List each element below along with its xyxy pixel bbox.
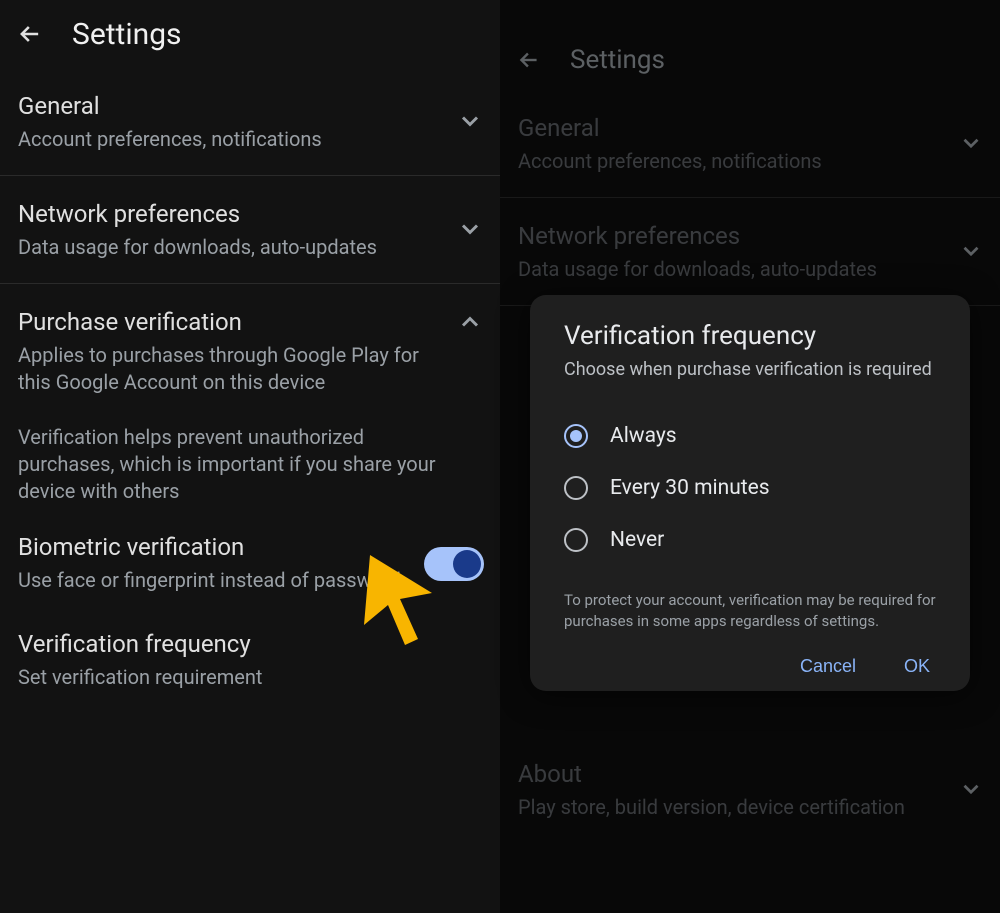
page-title: Settings (570, 45, 665, 75)
radio-icon (564, 476, 588, 500)
row-verification-frequency[interactable]: Verification frequency Set verification … (0, 594, 500, 691)
section-subtitle: Data usage for downloads, auto-updates (18, 234, 446, 261)
biometric-toggle[interactable] (424, 547, 484, 581)
chevron-down-icon (958, 776, 984, 806)
chevron-down-icon (958, 130, 984, 160)
ok-button[interactable]: OK (904, 656, 930, 677)
radio-option-never[interactable]: Never (564, 514, 936, 566)
chevron-up-icon (456, 308, 484, 340)
chevron-down-icon (456, 107, 484, 139)
section-subtitle: Account preferences, notifications (518, 148, 948, 175)
section-title: Network preferences (18, 200, 446, 228)
radio-option-always[interactable]: Always (564, 410, 936, 462)
section-title: General (18, 92, 446, 120)
section-description: Verification helps prevent unauthorized … (18, 424, 484, 505)
row-biometric-verification[interactable]: Biometric verification Use face or finge… (0, 505, 500, 594)
dialog-note: To protect your account, verification ma… (564, 590, 936, 632)
page-title: Settings (72, 17, 182, 52)
settings-screen-expanded: Settings General Account preferences, no… (0, 0, 500, 913)
toggle-knob (453, 550, 481, 578)
radio-option-every-30-minutes[interactable]: Every 30 minutes (564, 462, 936, 514)
cancel-button[interactable]: Cancel (800, 656, 856, 677)
section-title: About (518, 760, 948, 788)
settings-screen-dialog: Settings General Account preferences, no… (500, 0, 1000, 913)
chevron-down-icon (456, 215, 484, 247)
row-subtitle: Use face or fingerprint instead of passw… (18, 567, 414, 594)
section-subtitle: Applies to purchases through Google Play… (18, 342, 446, 396)
radio-label: Never (610, 528, 664, 552)
section-network[interactable]: Network preferences Data usage for downl… (500, 198, 1000, 306)
dialog-subtitle: Choose when purchase verification is req… (564, 359, 936, 380)
section-general[interactable]: General Account preferences, notificatio… (500, 90, 1000, 198)
section-general[interactable]: General Account preferences, notificatio… (0, 68, 500, 176)
section-purchase-verification: Purchase verification Applies to purchas… (0, 284, 500, 505)
header: Settings (500, 0, 1000, 90)
section-title: Purchase verification (18, 308, 446, 336)
section-network[interactable]: Network preferences Data usage for downl… (0, 176, 500, 284)
row-title: Biometric verification (18, 533, 414, 561)
radio-label: Every 30 minutes (610, 476, 770, 500)
section-subtitle: Data usage for downloads, auto-updates (518, 256, 948, 283)
verification-frequency-dialog: Verification frequency Choose when purch… (530, 295, 970, 691)
section-subtitle: Account preferences, notifications (18, 126, 446, 153)
back-icon[interactable] (516, 47, 542, 73)
section-subtitle: Play store, build version, device certif… (518, 794, 948, 821)
header: Settings (0, 0, 500, 68)
radio-label: Always (610, 424, 677, 448)
section-about[interactable]: About Play store, build version, device … (500, 736, 1000, 843)
row-subtitle: Set verification requirement (18, 664, 484, 691)
section-title: General (518, 114, 948, 142)
section-header-row[interactable]: Purchase verification Applies to purchas… (18, 308, 484, 396)
row-title: Verification frequency (18, 630, 484, 658)
radio-icon (564, 528, 588, 552)
dialog-actions: Cancel OK (564, 656, 936, 677)
dialog-title: Verification frequency (564, 321, 936, 351)
section-title: Network preferences (518, 222, 948, 250)
back-icon[interactable] (16, 20, 44, 48)
chevron-down-icon (958, 238, 984, 268)
radio-icon (564, 424, 588, 448)
